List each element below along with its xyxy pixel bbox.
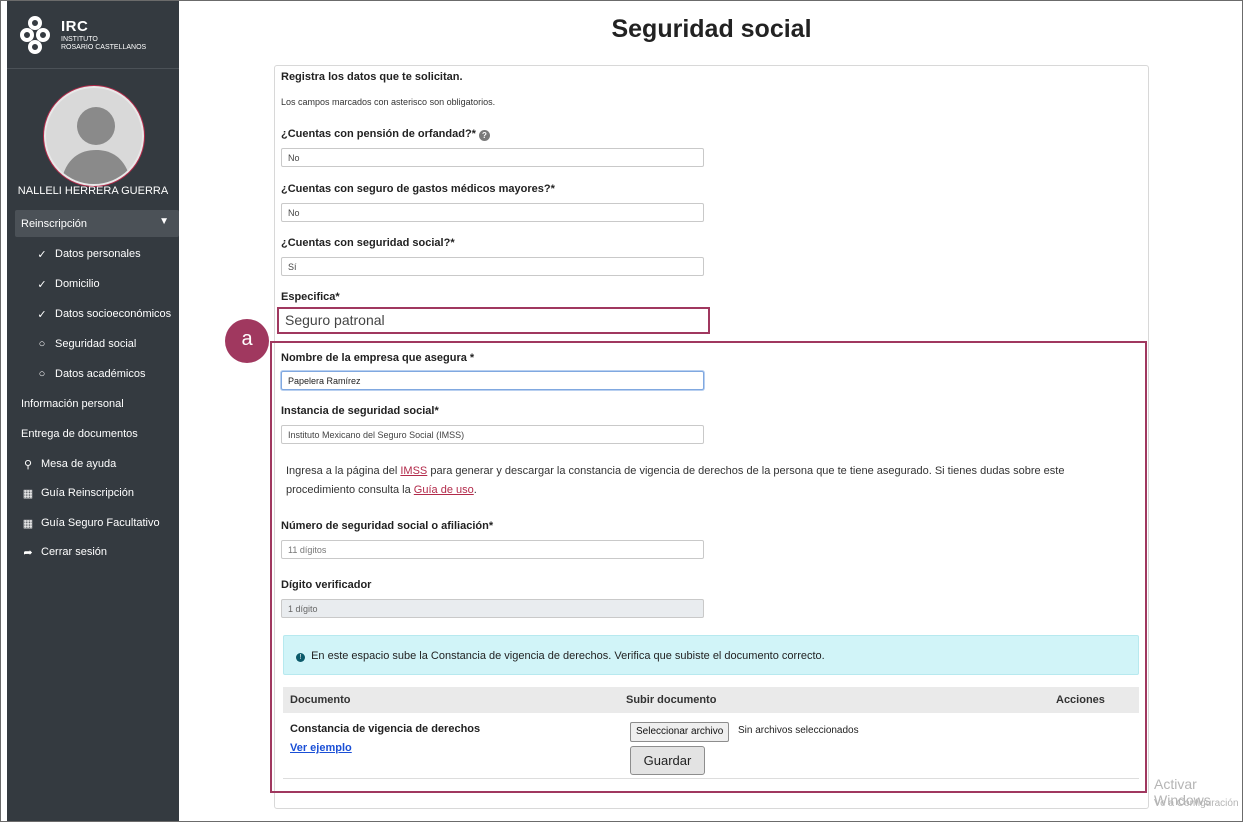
gastos-label: ¿Cuentas con seguro de gastos médicos ma… <box>281 183 555 195</box>
id-card-icon: ▦ <box>22 487 34 500</box>
check-circle-icon: ✓︎ <box>37 248 47 261</box>
chevron-down-icon: ▼ <box>159 216 169 227</box>
check-circle-icon: ✓︎ <box>37 278 47 291</box>
annotation-highlight-box <box>270 341 1147 793</box>
sidebar-item-label: Guía Seguro Facultativo <box>41 517 160 529</box>
sidebar-item-label: Cerrar sesión <box>41 546 108 558</box>
form-intro: Registra los datos que te solicitan. <box>281 71 463 83</box>
avatar <box>44 86 144 186</box>
sidebar-item-datos-academicos[interactable]: ○ Datos académicos <box>7 360 179 388</box>
especifica-value: Seguro patronal <box>285 312 385 328</box>
circle-icon: ○ <box>38 338 46 350</box>
sidebar-item-label: Entrega de documentos <box>21 428 138 440</box>
sidebar-item-guia-seguro[interactable]: ▦ Guía Seguro Facultativo <box>7 509 179 537</box>
share-arrow-icon: ➦ <box>23 546 33 559</box>
especifica-select[interactable]: Seguro patronal <box>277 307 710 334</box>
sidebar-item-mesa-ayuda[interactable]: ⚲ Mesa de ayuda <box>7 450 179 478</box>
circle-icon: ○ <box>38 368 46 380</box>
sidebar-item-informacion-personal[interactable]: Información personal <box>7 390 179 418</box>
search-icon: ⚲ <box>23 458 33 471</box>
sidebar-item-entrega-documentos[interactable]: Entrega de documentos <box>7 420 179 448</box>
main-content: Seguridad social Registra los datos que … <box>179 1 1242 821</box>
orfandad-select[interactable]: No <box>281 148 704 167</box>
sidebar-item-label: Datos socioeconómicos <box>55 308 172 320</box>
sidebar-item-datos-personales[interactable]: ✓︎ Datos personales <box>7 240 179 268</box>
question-circle-icon[interactable]: ? <box>478 130 490 141</box>
brand-name: IRC <box>61 17 89 35</box>
sidebar-item-domicilio[interactable]: ✓︎ Domicilio <box>7 270 179 298</box>
activation-watermark-sub: Ve a Configuración <box>1154 798 1239 809</box>
especifica-label: Especifica* <box>281 291 340 303</box>
page-title: Seguridad social <box>611 15 812 43</box>
annotation-badge: a <box>225 319 269 363</box>
seguridad-label: ¿Cuentas con seguridad social?* <box>281 237 455 249</box>
orfandad-label: ¿Cuentas con pensión de orfandad?*? <box>281 128 490 141</box>
sidebar-item-cerrar-sesion[interactable]: ➦ Cerrar sesión <box>7 538 179 566</box>
id-card-icon: ▦ <box>22 517 34 530</box>
sidebar-item-label: Seguridad social <box>55 338 137 350</box>
sidebar-item-guia-reinscripcion[interactable]: ▦ Guía Reinscripción <box>7 479 179 507</box>
sidebar-item-seguridad-social[interactable]: ○ Seguridad social <box>7 330 179 358</box>
sidebar-item-datos-socioeconomicos[interactable]: ✓︎ Datos socioeconómicos <box>7 300 179 328</box>
menu-reinscripcion-label: Reinscripción <box>21 217 88 230</box>
sidebar-item-label: Datos académicos <box>55 368 146 380</box>
brand-line2: ROSARIO CASTELLANOS <box>61 43 147 51</box>
menu-reinscripcion[interactable]: Reinscripción ▼ <box>15 210 179 237</box>
seguridad-select[interactable]: Sí <box>281 257 704 276</box>
check-circle-icon: ✓︎ <box>37 308 47 321</box>
form-note: Los campos marcados con asterisco son ob… <box>281 97 496 107</box>
sidebar-item-label: Información personal <box>21 398 124 410</box>
sidebar-item-label: Guía Reinscripción <box>41 487 134 499</box>
irc-logo-icon <box>20 15 50 54</box>
gastos-select[interactable]: No <box>281 203 704 222</box>
browser-frame: IRC INSTITUTO ROSARIO CASTELLANOS NALLEL… <box>0 0 1243 822</box>
brand: IRC INSTITUTO ROSARIO CASTELLANOS <box>7 1 179 69</box>
sidebar: IRC INSTITUTO ROSARIO CASTELLANOS NALLEL… <box>7 1 179 821</box>
user-name: NALLELI HERRERA GUERRA <box>17 185 169 197</box>
sidebar-item-label: Datos personales <box>55 248 141 260</box>
orfandad-label-text: ¿Cuentas con pensión de orfandad?* <box>281 128 476 140</box>
sidebar-item-label: Mesa de ayuda <box>41 458 117 470</box>
user-silhouette-icon <box>60 107 132 184</box>
brand-line1: INSTITUTO <box>61 35 98 43</box>
sidebar-item-label: Domicilio <box>55 278 100 290</box>
